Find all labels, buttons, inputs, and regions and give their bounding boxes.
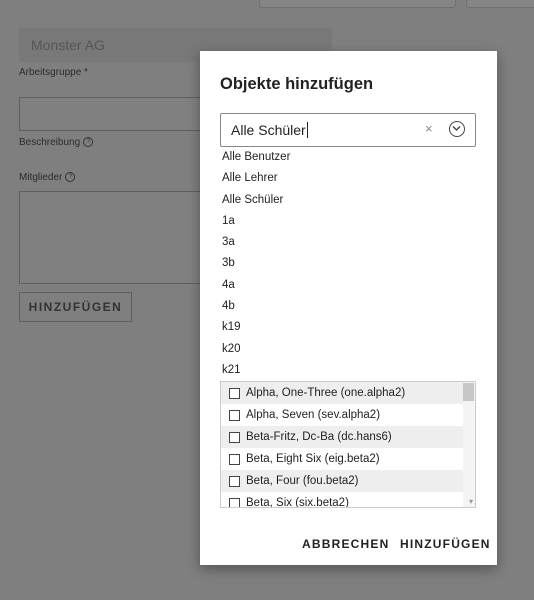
member-row[interactable]: Beta, Six (six.beta2) xyxy=(221,492,464,508)
members-scrollbar[interactable]: ▾ xyxy=(463,382,475,507)
workgroup-input xyxy=(19,97,219,131)
member-label: Alpha, One-Three (one.alpha2) xyxy=(246,387,406,399)
scrollbar-thumb[interactable] xyxy=(463,383,474,401)
dropdown-option[interactable]: k21 xyxy=(220,360,476,381)
add-objects-dialog: Objekte hinzufügen Alle Schüler × Alle B… xyxy=(200,51,497,565)
dropdown-option-list: Alle Benutzer Alle Lehrer Alle Schüler 1a 3a… xyxy=(220,147,476,381)
add-button[interactable]: HINZUFÜGEN xyxy=(400,537,491,551)
member-row[interactable]: Alpha, Seven (sev.alpha2) xyxy=(221,404,464,426)
dropdown-option[interactable]: 1a xyxy=(220,211,476,232)
member-label: Beta, Four (fou.beta2) xyxy=(246,475,359,487)
dropdown-option[interactable]: k19 xyxy=(220,317,476,338)
background-top-button xyxy=(466,0,534,8)
member-checkbox[interactable] xyxy=(229,454,240,465)
background-add-button: HINZUFÜGEN xyxy=(19,292,132,322)
dropdown-option[interactable]: 3b xyxy=(220,253,476,274)
workgroup-label: Arbeitsgruppe * xyxy=(19,67,88,78)
description-label-row: Beschreibung? xyxy=(19,137,94,148)
member-label: Alpha, Seven (sev.alpha2) xyxy=(246,409,381,421)
cancel-button[interactable]: ABBRECHEN xyxy=(302,537,389,551)
member-checkbox[interactable] xyxy=(229,432,240,443)
members-list: Alpha, One-Three (one.alpha2) Alpha, Seve… xyxy=(220,381,476,508)
member-row[interactable]: Beta, Eight Six (eig.beta2) xyxy=(221,448,464,470)
member-row[interactable]: Alpha, One-Three (one.alpha2) xyxy=(221,382,464,404)
dropdown-option[interactable]: k20 xyxy=(220,339,476,360)
dropdown-option[interactable]: 4a xyxy=(220,275,476,296)
member-checkbox[interactable] xyxy=(229,410,240,421)
background-top-button xyxy=(259,0,456,8)
scroll-down-icon[interactable]: ▾ xyxy=(469,497,473,506)
member-checkbox[interactable] xyxy=(229,476,240,487)
dropdown-option[interactable]: 3a xyxy=(220,232,476,253)
member-label: Beta, Six (six.beta2) xyxy=(246,497,349,508)
help-icon: ? xyxy=(83,137,94,148)
members-label-row: Mitglieder? xyxy=(19,172,76,183)
member-row[interactable]: Beta-Fritz, Dc-Ba (dc.hans6) xyxy=(221,426,464,448)
member-checkbox[interactable] xyxy=(229,498,240,507)
dropdown-option[interactable]: 4b xyxy=(220,296,476,317)
help-icon: ? xyxy=(65,172,76,183)
dialog-title: Objekte hinzufügen xyxy=(220,75,374,93)
member-label: Beta-Fritz, Dc-Ba (dc.hans6) xyxy=(246,431,392,443)
member-checkbox[interactable] xyxy=(229,388,240,399)
dropdown-option[interactable]: Alle Benutzer xyxy=(220,147,476,168)
chevron-down-icon[interactable] xyxy=(449,121,465,137)
name-field-value: Monster AG xyxy=(31,37,105,53)
object-search-combobox[interactable]: Alle Schüler × xyxy=(220,113,476,147)
members-label: Mitglieder xyxy=(19,172,63,183)
clear-icon[interactable]: × xyxy=(425,121,433,136)
dropdown-option[interactable]: Alle Schüler xyxy=(220,190,476,211)
object-search-input[interactable]: Alle Schüler xyxy=(231,122,308,138)
member-label: Beta, Eight Six (eig.beta2) xyxy=(246,453,380,465)
members-box xyxy=(19,191,219,284)
dropdown-option[interactable]: Alle Lehrer xyxy=(220,168,476,189)
description-label: Beschreibung xyxy=(19,137,81,148)
member-row[interactable]: Beta, Four (fou.beta2) xyxy=(221,470,464,492)
